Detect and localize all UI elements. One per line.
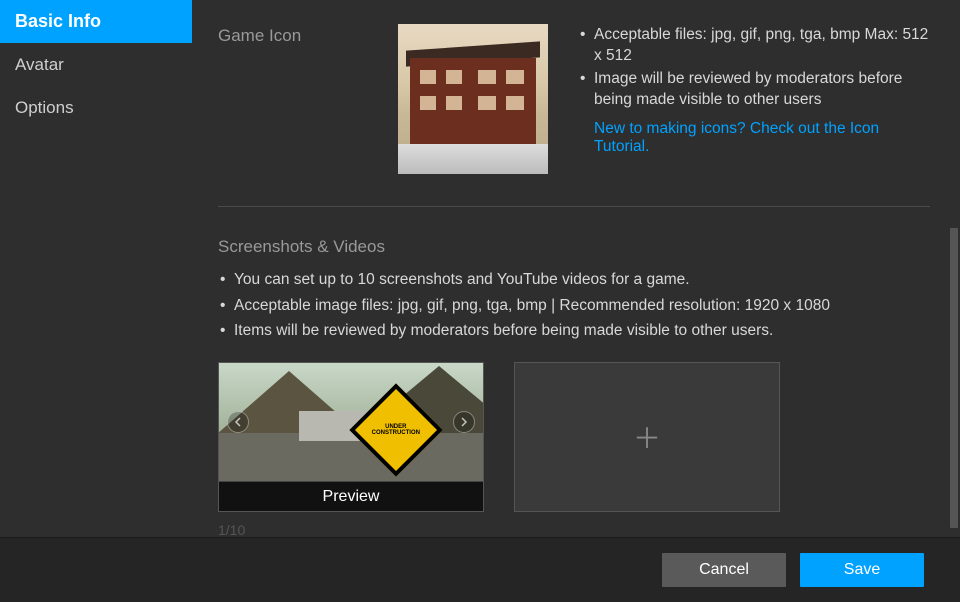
sidebar-item-label: Options: [15, 98, 74, 118]
footer: Cancel Save: [0, 537, 960, 602]
game-icon-section: Game Icon: [218, 0, 930, 174]
sidebar-item-basic-info[interactable]: Basic Info: [0, 0, 192, 43]
sidebar-item-label: Basic Info: [15, 11, 101, 32]
info-bullet: You can set up to 10 screenshots and You…: [218, 267, 930, 293]
game-icon-label: Game Icon: [218, 24, 398, 174]
sidebar-item-label: Avatar: [15, 55, 64, 75]
sidebar-item-avatar[interactable]: Avatar: [0, 43, 192, 86]
plus-icon: ＋: [633, 417, 661, 457]
scrollbar[interactable]: [948, 0, 960, 537]
thumbnail-prev-button[interactable]: [227, 411, 249, 433]
game-icon-info: Acceptable files: jpg, gif, png, tga, bm…: [558, 24, 930, 174]
game-icon-image[interactable]: [398, 24, 548, 174]
scrollbar-thumb[interactable]: [950, 228, 958, 528]
cancel-button[interactable]: Cancel: [662, 553, 786, 587]
info-bullet: Acceptable image files: jpg, gif, png, t…: [218, 293, 930, 319]
add-media-button[interactable]: ＋: [514, 362, 780, 512]
screenshot-thumbnail[interactable]: UNDER CONSTRUCTION Preview: [218, 362, 484, 512]
save-button[interactable]: Save: [800, 553, 924, 587]
media-row: UNDER CONSTRUCTION Preview ＋: [218, 362, 930, 512]
media-counter: 1/10: [218, 522, 930, 537]
thumbnail-caption: Preview: [219, 481, 483, 511]
icon-tutorial-link[interactable]: New to making icons? Check out the Icon …: [578, 120, 930, 156]
sidebar: Basic Info Avatar Options: [0, 0, 192, 537]
sidebar-item-options[interactable]: Options: [0, 86, 192, 129]
info-bullet: Acceptable files: jpg, gif, png, tga, bm…: [578, 24, 930, 68]
screenshots-info: You can set up to 10 screenshots and You…: [218, 267, 930, 344]
thumbnail-next-button[interactable]: [453, 411, 475, 433]
screenshots-title: Screenshots & Videos: [218, 237, 930, 257]
info-bullet: Items will be reviewed by moderators bef…: [218, 318, 930, 344]
info-bullet: Image will be reviewed by moderators bef…: [578, 68, 930, 112]
content-scroll-area[interactable]: Game Icon: [192, 0, 948, 537]
section-divider: [218, 206, 930, 207]
